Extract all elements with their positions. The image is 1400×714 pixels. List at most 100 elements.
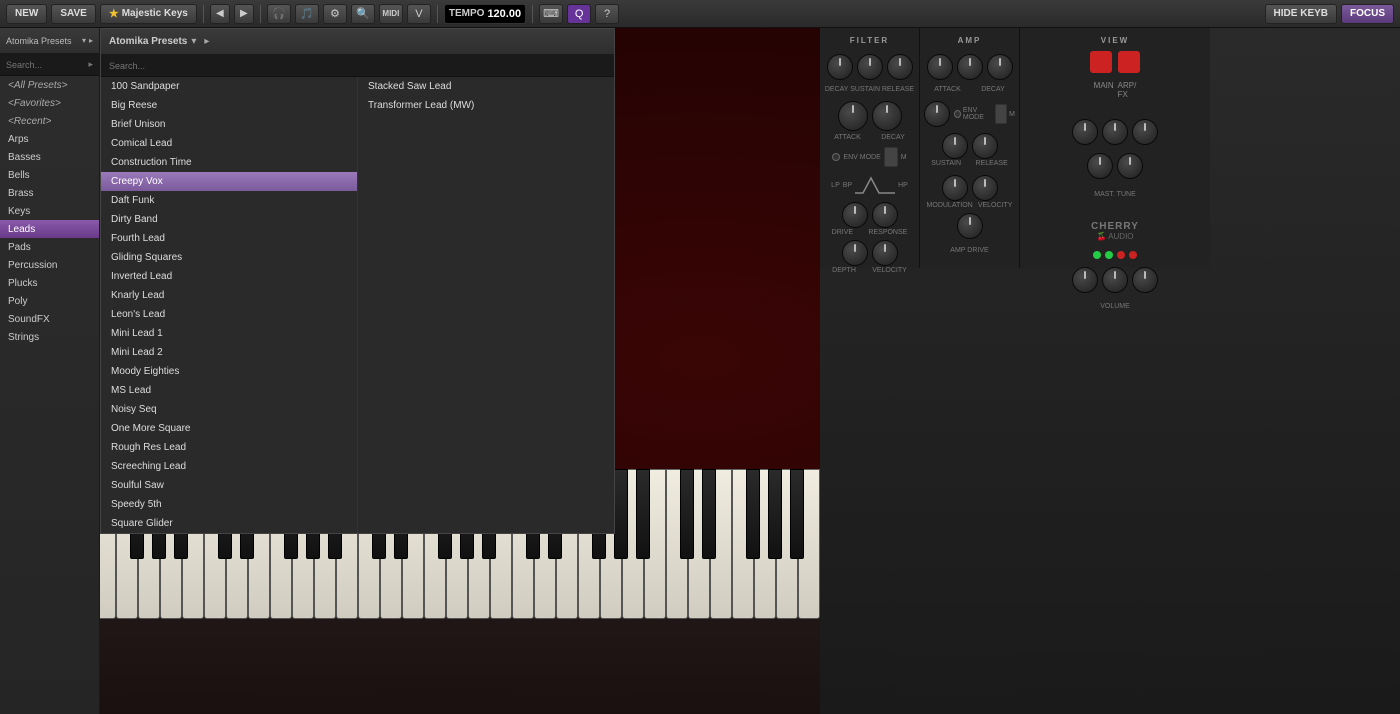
amp-knob-3[interactable]	[987, 54, 1013, 80]
view-knob-4[interactable]	[1087, 153, 1113, 179]
midi-icon[interactable]: MIDI	[379, 4, 403, 24]
save-button[interactable]: SAVE	[51, 4, 96, 24]
sidebar-item-strings[interactable]: Strings	[0, 328, 99, 346]
sidebar-item-soundfx[interactable]: SoundFX	[0, 310, 99, 328]
preset-item-big-reese[interactable]: Big Reese	[101, 96, 357, 115]
preset-item-leon-s-lead[interactable]: Leon's Lead	[101, 305, 357, 324]
tempo-value[interactable]: 120.00	[487, 8, 521, 20]
preset-item-comical-lead[interactable]: Comical Lead	[101, 134, 357, 153]
volume-knob-3[interactable]	[1132, 267, 1158, 293]
env-mode-toggle[interactable]	[884, 147, 898, 167]
focus-button[interactable]: FOCUS	[1341, 4, 1394, 24]
filter-drive-knob[interactable]	[842, 202, 868, 228]
preset-item-screeching-lead[interactable]: Screeching Lead	[101, 457, 357, 476]
preset-item-creepy-vox[interactable]: Creepy Vox	[101, 172, 357, 191]
velocity-icon[interactable]: V	[407, 4, 431, 24]
help-icon[interactable]: ?	[595, 4, 619, 24]
preset-item-fourth-lead[interactable]: Fourth Lead	[101, 229, 357, 248]
black-key-3-4[interactable]	[636, 469, 650, 559]
amp-knob-2[interactable]	[957, 54, 983, 80]
sidebar-item-keys[interactable]: Keys	[0, 202, 99, 220]
preset-item-ms-lead[interactable]: MS Lead	[101, 381, 357, 400]
preset-item-speedy-5th[interactable]: Speedy 5th	[101, 495, 357, 514]
sidebar-item-pads[interactable]: Pads	[0, 238, 99, 256]
dropdown-search-input[interactable]	[109, 61, 606, 71]
amp-release-knob[interactable]	[972, 133, 998, 159]
black-key-4-0[interactable]	[680, 469, 694, 559]
headphones-icon[interactable]: 🎧	[267, 4, 291, 24]
preset-item-stacked-saw-lead[interactable]: Stacked Saw Lead	[358, 77, 614, 96]
sidebar-item-bells[interactable]: Bells	[0, 166, 99, 184]
nav-fwd-button[interactable]: ▶	[234, 4, 254, 24]
preset-item-noisy-seq[interactable]: Noisy Seq	[101, 400, 357, 419]
preset-item-rough-res-lead[interactable]: Rough Res Lead	[101, 438, 357, 457]
env-mode-btn[interactable]	[832, 153, 840, 161]
filter-knob-decay2[interactable]	[872, 101, 902, 131]
filter-response-knob[interactable]	[872, 202, 898, 228]
black-key-4-1[interactable]	[702, 469, 716, 559]
sidebar-item-arps[interactable]: Arps	[0, 130, 99, 148]
preset-item-mini-lead-2[interactable]: Mini Lead 2	[101, 343, 357, 362]
filter-depth-knob[interactable]	[842, 240, 868, 266]
preset-item-gliding-squares[interactable]: Gliding Squares	[101, 248, 357, 267]
sidebar-nav-icon[interactable]: ▸	[89, 36, 93, 45]
black-key-4-3[interactable]	[768, 469, 782, 559]
filter-knob-3[interactable]	[887, 54, 913, 80]
sidebar-item-leads[interactable]: Leads	[0, 220, 99, 238]
keyboard-icon[interactable]: ⌨	[539, 4, 563, 24]
filter-knob-attack[interactable]	[838, 101, 868, 131]
filter-velocity-knob[interactable]	[872, 240, 898, 266]
volume-knob-2[interactable]	[1102, 267, 1128, 293]
search-icon[interactable]: 🔍	[351, 4, 375, 24]
view-knob-3[interactable]	[1132, 119, 1158, 145]
amp-env-toggle[interactable]	[995, 104, 1007, 124]
view-knob-2[interactable]	[1102, 119, 1128, 145]
preset-item-moody-eighties[interactable]: Moody Eighties	[101, 362, 357, 381]
amp-knob-1[interactable]	[927, 54, 953, 80]
search-input[interactable]	[6, 60, 85, 70]
preset-item-knarly-lead[interactable]: Knarly Lead	[101, 286, 357, 305]
sidebar-item-poly[interactable]: Poly	[0, 292, 99, 310]
preset-item-transformer-lead--mw-[interactable]: Transformer Lead (MW)	[358, 96, 614, 115]
sidebar-item-brass[interactable]: Brass	[0, 184, 99, 202]
preset-item-daft-funk[interactable]: Daft Funk	[101, 191, 357, 210]
amp-env-mode-btn[interactable]	[954, 110, 961, 118]
new-button[interactable]: NEW	[6, 4, 47, 24]
sidebar-item-basses[interactable]: Basses	[0, 148, 99, 166]
preset-item-mini-lead-1[interactable]: Mini Lead 1	[101, 324, 357, 343]
volume-knob-1[interactable]	[1072, 267, 1098, 293]
black-key-4-4[interactable]	[790, 469, 804, 559]
main-view-btn[interactable]	[1090, 51, 1112, 73]
star-button[interactable]: ★ Majestic Keys	[100, 4, 197, 24]
sidebar-item--favorites-[interactable]: <Favorites>	[0, 94, 99, 112]
amp-sustain-knob[interactable]	[942, 133, 968, 159]
filter-knob-2[interactable]	[857, 54, 883, 80]
sidebar-item-plucks[interactable]: Plucks	[0, 274, 99, 292]
black-key-3-3[interactable]	[614, 469, 628, 559]
preset-item-construction-time[interactable]: Construction Time	[101, 153, 357, 172]
headphones2-icon[interactable]: 🎵	[295, 4, 319, 24]
view-knob-5[interactable]	[1117, 153, 1143, 179]
arp-fx-view-btn[interactable]	[1118, 51, 1140, 73]
amp-drive-knob[interactable]	[957, 213, 983, 239]
hide-keyb-button[interactable]: HIDE KEYB	[1265, 4, 1337, 24]
sidebar-item-percussion[interactable]: Percussion	[0, 256, 99, 274]
black-key-4-2[interactable]	[746, 469, 760, 559]
preset-item-square-glider[interactable]: Square Glider	[101, 514, 357, 533]
preset-item-soulful-saw[interactable]: Soulful Saw	[101, 476, 357, 495]
preset-item-inverted-lead[interactable]: Inverted Lead	[101, 267, 357, 286]
sidebar-item--all-presets-[interactable]: <All Presets>	[0, 76, 99, 94]
gear-icon[interactable]: ⚙	[323, 4, 347, 24]
amp-knob-env[interactable]	[924, 101, 950, 127]
nav-back-button[interactable]: ◀	[210, 4, 230, 24]
preset-item-one-more-square[interactable]: One More Square	[101, 419, 357, 438]
view-knob-1[interactable]	[1072, 119, 1098, 145]
sidebar-item--recent-[interactable]: <Recent>	[0, 112, 99, 130]
preset-item-100-sandpaper[interactable]: 100 Sandpaper	[101, 77, 357, 96]
preset-item-brief-unison[interactable]: Brief Unison	[101, 115, 357, 134]
record-icon[interactable]: Q	[567, 4, 591, 24]
amp-mod-knob[interactable]	[942, 175, 968, 201]
filter-knob-decay[interactable]	[827, 54, 853, 80]
preset-item-dirty-band[interactable]: Dirty Band	[101, 210, 357, 229]
amp-vel-knob[interactable]	[972, 175, 998, 201]
